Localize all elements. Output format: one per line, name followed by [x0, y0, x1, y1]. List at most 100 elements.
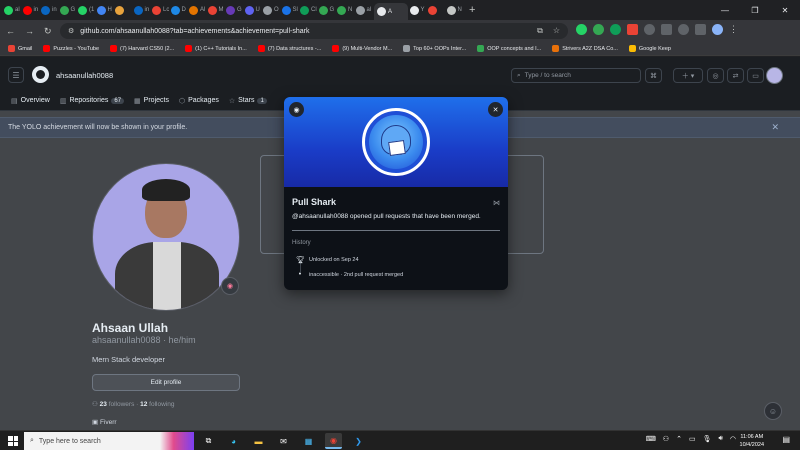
issues-icon[interactable]: ◎ — [707, 68, 724, 83]
menu-icon[interactable]: ☰ — [8, 67, 24, 83]
task-view-icon[interactable]: ⧉ — [200, 433, 217, 449]
following-label[interactable]: following — [149, 401, 174, 408]
browser-tab[interactable]: Al — [189, 3, 206, 17]
close-icon[interactable]: ✕ — [488, 102, 503, 117]
profile-link[interactable]: ▣ Fiverr — [92, 418, 117, 426]
user-avatar[interactable] — [766, 67, 783, 84]
copilot-chat-icon[interactable]: ☺ — [764, 402, 782, 420]
browser-tab[interactable]: (1 — [78, 3, 95, 17]
browser-tab[interactable]: Cl — [300, 3, 317, 17]
close-icon[interactable]: ✕ — [771, 122, 779, 133]
browser-tab[interactable]: G — [318, 3, 336, 17]
forward-icon[interactable]: → — [25, 26, 34, 36]
extension-icon[interactable] — [593, 24, 604, 35]
browser-tab[interactable]: in (1 — [41, 3, 58, 17]
tab-stars[interactable]: ☆ Stars 1 — [229, 97, 267, 105]
bookmark-item[interactable]: (9) Multi-Vendor M... — [332, 45, 392, 52]
bookmark-star-icon[interactable]: ☆ — [553, 26, 560, 36]
chrome-icon[interactable]: ◉ — [325, 433, 342, 449]
bookmark-item[interactable]: Top 60+ OOPs Inter... — [403, 45, 466, 52]
browser-tab[interactable]: D — [170, 3, 188, 17]
browser-tab[interactable]: N — [446, 3, 464, 17]
followers-label[interactable]: followers — [109, 401, 135, 408]
browser-tab[interactable]: in — [22, 3, 40, 17]
edge-icon[interactable]: ◕ — [225, 433, 242, 449]
vscode-icon[interactable]: ❯ — [350, 433, 367, 449]
people-icon[interactable]: ⚇ — [663, 435, 669, 443]
profile-link-text[interactable]: Fiverr — [100, 419, 117, 426]
bookmark-item[interactable]: Strivers A2Z DSA Co... — [552, 45, 618, 52]
keyboard-icon[interactable]: ⌨ — [646, 435, 656, 443]
copilot-icon[interactable]: ⌘ — [645, 68, 662, 83]
extension-icon[interactable] — [610, 24, 621, 35]
browser-tab[interactable]: O — [263, 3, 280, 17]
taskbar-search-input[interactable]: ⌕ Type here to search — [24, 432, 194, 450]
bookmark-item[interactable]: OOP concepts and I... — [477, 45, 541, 52]
close-window-icon[interactable]: ✕ — [770, 6, 800, 15]
restore-icon[interactable]: ❐ — [740, 6, 770, 15]
minimize-icon[interactable]: — — [710, 6, 740, 15]
tab-overview[interactable]: ▤ Overview — [11, 97, 50, 105]
extension-icon[interactable] — [627, 24, 638, 35]
status-emoji-icon[interactable]: ◉ — [221, 277, 239, 295]
notifications-icon[interactable]: ▤ — [782, 435, 790, 444]
site-info-icon[interactable]: ⚙ — [68, 27, 74, 35]
bookmark-item[interactable]: (7) Data structures -... — [257, 45, 321, 52]
split-view-icon[interactable] — [695, 24, 706, 35]
address-bar[interactable]: ⚙ github.com/ahsaanullah0088?tab=achieve… — [60, 23, 568, 39]
bookmark-item[interactable]: Google Keep — [628, 45, 671, 52]
install-app-icon[interactable]: ⧉ — [537, 26, 543, 36]
browser-tab[interactable]: Y — [409, 3, 427, 17]
browser-tab[interactable] — [115, 3, 132, 17]
bookmark-item[interactable]: (7) Harvard CS50 (2... — [110, 45, 174, 52]
kebab-menu-icon[interactable]: ⋮ — [729, 24, 738, 35]
mic-icon[interactable]: 🎙︎ — [703, 435, 712, 443]
chevron-up-icon[interactable]: ⌃ — [676, 435, 682, 443]
edit-profile-button[interactable]: Edit profile — [92, 374, 240, 391]
browser-tab[interactable]: M — [207, 3, 225, 17]
browser-tab[interactable]: Lc — [152, 3, 169, 17]
share-icon[interactable]: ⋈ — [493, 199, 500, 207]
profile-avatar-icon[interactable] — [712, 24, 723, 35]
bookmark-item[interactable]: (1) C++ Tutorials In... — [185, 45, 247, 52]
browser-tab[interactable]: Sl — [281, 3, 299, 17]
header-username[interactable]: ahsaanullah0088 — [56, 71, 113, 80]
followers-count[interactable]: 23 — [100, 401, 107, 408]
browser-tab[interactable]: H — [96, 3, 114, 17]
browser-tab[interactable]: G — [226, 3, 243, 17]
bookmark-item[interactable]: Gmail — [8, 45, 32, 52]
search-input[interactable]: ⌕ Type / to search — [511, 68, 641, 83]
avatar[interactable] — [92, 163, 240, 311]
extension-icon[interactable] — [576, 24, 587, 35]
mail-icon[interactable]: ✉ — [275, 433, 292, 449]
bookmark-item[interactable]: Puzzles - YouTube — [43, 45, 99, 52]
windows-start-icon[interactable] — [8, 436, 18, 446]
inbox-icon[interactable]: ▭ — [747, 68, 764, 83]
following-count[interactable]: 12 — [140, 401, 147, 408]
browser-tab[interactable]: al — [355, 3, 373, 17]
browser-tab[interactable]: U — [244, 3, 262, 17]
file-explorer-icon[interactable]: ▬ — [250, 433, 267, 449]
browser-tab[interactable] — [428, 3, 445, 17]
tab-repositories[interactable]: ▥ Repositories 67 — [60, 97, 125, 105]
browser-tab[interactable]: G — [59, 3, 77, 17]
reload-icon[interactable]: ↻ — [44, 26, 52, 37]
pull-requests-icon[interactable]: ⇄ — [727, 68, 744, 83]
browser-tab[interactable]: in (1 — [133, 3, 151, 17]
tab-projects[interactable]: ▦ Projects — [134, 97, 169, 105]
downloads-icon[interactable] — [678, 24, 689, 35]
puzzle-icon[interactable] — [661, 24, 672, 35]
github-logo-icon[interactable] — [32, 66, 49, 83]
new-tab-icon[interactable]: + — [469, 4, 475, 16]
network-icon[interactable]: ▭ — [689, 435, 696, 443]
tab-packages[interactable]: ⬡ Packages — [179, 97, 219, 105]
browser-tab[interactable]: al — [4, 3, 21, 17]
back-icon[interactable]: ← — [6, 26, 15, 36]
extension-icon[interactable] — [644, 24, 655, 35]
volume-icon[interactable]: 🔊︎ — [718, 435, 722, 443]
eye-icon[interactable]: ◉ — [289, 102, 304, 117]
taskbar-clock[interactable]: 11:06 AM 10/4/2024 — [740, 433, 764, 449]
browser-tab[interactable]: N — [337, 3, 354, 17]
store-icon[interactable]: ▦ — [300, 433, 317, 449]
browser-tab[interactable]: A — [374, 3, 408, 20]
